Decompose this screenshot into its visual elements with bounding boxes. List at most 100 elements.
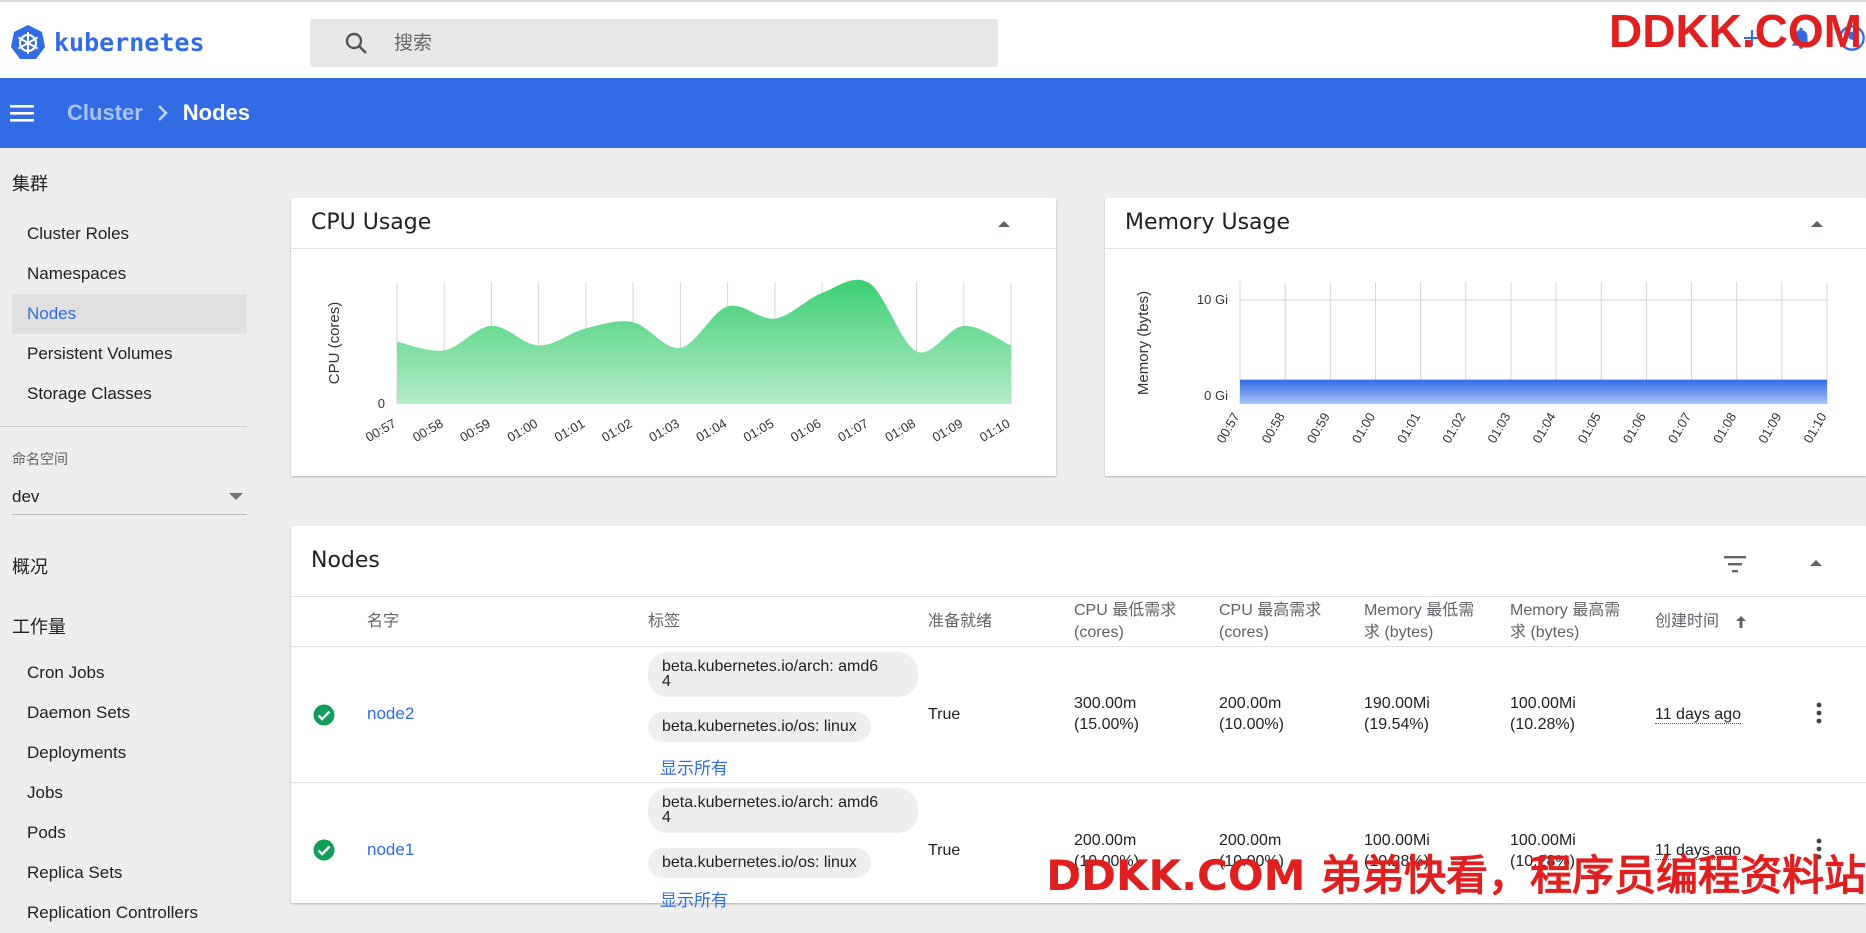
sidebar-item-overview[interactable]: 概况 [0,553,248,579]
column-header-memory-requests: Memory 最低需求 (bytes) [1364,600,1474,644]
cpu-usage-card: CPU Usage 00:5700:5800:5901:0001:0101:02… [291,198,1056,476]
value-line: (10.00%) [1219,714,1284,735]
namespace-select[interactable]: dev [12,479,247,515]
x-tick-label: 01:08 [1710,410,1739,446]
chip-line: beta.kubernetes.io/arch: amd6 [662,657,904,677]
x-tick-label: 01:08 [882,416,918,445]
value-line: 200.00m [1219,693,1284,714]
more-vert-icon[interactable] [1816,702,1822,724]
chevron-right-icon [157,105,169,121]
breadcrumb-cluster-link[interactable]: Cluster [67,100,143,126]
ready-check-icon [313,839,335,861]
x-tick-label: 01:05 [1575,410,1604,446]
x-tick-label: 01:09 [1755,410,1784,446]
column-header-created[interactable]: 创建时间 [1655,611,1749,633]
x-tick-label: 00:59 [457,416,493,445]
y-axis-label: Memory (bytes) [1135,291,1152,395]
sidebar-item-pods[interactable]: Pods [0,813,248,853]
show-all-labels-link[interactable]: 显示所有 [660,754,728,779]
y-tick-label: 0 [378,396,385,411]
namespace-value: dev [12,487,39,507]
header-line: (cores) [1219,622,1321,644]
label-chip: beta.kubernetes.io/arch: amd64 [648,652,918,697]
chart-area-series [397,280,1011,404]
breadcrumb-current: Nodes [183,100,250,126]
cpu-requests-value: 300.00m(15.00%) [1074,693,1139,735]
column-header-labels: 标签 [648,611,680,633]
sidebar-item-daemon-sets[interactable]: Daemon Sets [0,693,248,733]
x-tick-label: 01:03 [1484,410,1513,446]
x-tick-label: 00:57 [1213,410,1242,446]
x-tick-label: 00:59 [1304,410,1333,446]
sidebar-item-nodes[interactable]: Nodes [12,294,247,334]
y-tick-label: 0 Gi [1204,388,1228,403]
cpu-limits-value: 200.00m(10.00%) [1219,693,1284,735]
collapse-memory-card-icon[interactable] [1807,218,1827,230]
ready-check-icon [313,704,335,726]
column-header-cpu-limits: CPU 最高需求(cores) [1219,600,1321,644]
x-tick-label: 01:09 [930,416,966,445]
top-bar: kubernetes [0,0,1866,78]
header-line: 求 (bytes) [1364,622,1474,644]
ready-status: True [928,840,960,861]
watermark-bottom: DDKK.COM 弟弟快看，程序员编程资料站 [1046,842,1866,903]
filter-icon[interactable] [1723,554,1747,574]
sidebar-item-replica-sets[interactable]: Replica Sets [0,853,248,893]
sidebar-item-replication-controllers[interactable]: Replication Controllers [0,893,248,933]
memory-usage-chart: 00:5700:5800:5901:0001:0101:0201:0301:04… [1105,248,1866,476]
sidebar-item-cluster-roles[interactable]: Cluster Roles [0,214,248,254]
node-name-link[interactable]: node2 [367,704,414,724]
x-tick-label: 01:06 [788,416,824,445]
header-created-label: 创建时间 [1655,611,1719,633]
ready-status: True [928,704,960,725]
column-header-memory-limits: Memory 最高需求 (bytes) [1510,600,1620,644]
node-name-link[interactable]: node1 [367,840,414,860]
x-tick-label: 01:04 [693,416,729,445]
x-tick-label: 01:00 [505,416,541,445]
value-line: (15.00%) [1074,714,1139,735]
x-tick-label: 01:02 [1439,410,1468,446]
header-line: (cores) [1074,622,1176,644]
cpu-usage-chart: 00:5700:5800:5901:0001:0101:0201:0301:04… [291,248,1056,476]
show-all-labels-link[interactable]: 显示所有 [660,886,728,911]
search-input[interactable] [394,32,954,54]
sidebar-heading-workloads[interactable]: 工作量 [0,613,248,639]
x-tick-label: 01:06 [1620,410,1649,446]
sidebar-heading-cluster: 集群 [0,170,248,196]
breadcrumb-bar: Cluster Nodes [0,78,1866,148]
value-line: 300.00m [1074,693,1139,714]
sidebar-item-jobs[interactable]: Jobs [0,773,248,813]
row-divider [291,646,1866,647]
column-header-name[interactable]: 名字 [367,611,399,633]
x-tick-label: 01:02 [599,416,635,445]
header-line: CPU 最低需求 [1074,600,1176,622]
header-line: CPU 最高需求 [1219,600,1321,622]
sidebar: 集群 Cluster Roles Namespaces Nodes Persis… [0,148,248,903]
label-chip: beta.kubernetes.io/os: linux [648,848,871,878]
value-line: 190.00Mi [1364,693,1430,714]
sidebar-item-cron-jobs[interactable]: Cron Jobs [0,653,248,693]
header-line: 求 (bytes) [1510,622,1620,644]
label-chip: beta.kubernetes.io/os: linux [648,712,871,742]
sort-ascending-arrow-icon[interactable] [1733,614,1749,630]
header-line: Memory 最低需 [1364,600,1474,622]
x-tick-label: 01:07 [1665,410,1694,446]
sidebar-item-deployments[interactable]: Deployments [0,733,248,773]
x-tick-label: 00:58 [1258,410,1287,446]
column-header-ready: 准备就绪 [928,611,992,633]
sidebar-divider [0,426,247,427]
memory-usage-card: Memory Usage 00:5700:5800:5901:0001:0101… [1105,198,1866,476]
sidebar-item-persistent-volumes[interactable]: Persistent Volumes [0,334,248,374]
search-bar[interactable] [310,19,998,67]
watermark-top: DDKK.COM [1609,4,1862,58]
logo[interactable]: kubernetes [10,22,205,62]
hamburger-menu-icon[interactable] [10,103,34,123]
row-divider [291,782,1866,783]
chart-area-series [1240,380,1827,404]
collapse-cpu-card-icon[interactable] [994,218,1014,230]
y-tick-label: 10 Gi [1197,292,1228,307]
created-age[interactable]: 11 days ago [1655,704,1741,725]
sidebar-item-storage-classes[interactable]: Storage Classes [0,374,248,414]
collapse-nodes-card-icon[interactable] [1806,557,1826,569]
sidebar-item-namespaces[interactable]: Namespaces [0,254,248,294]
